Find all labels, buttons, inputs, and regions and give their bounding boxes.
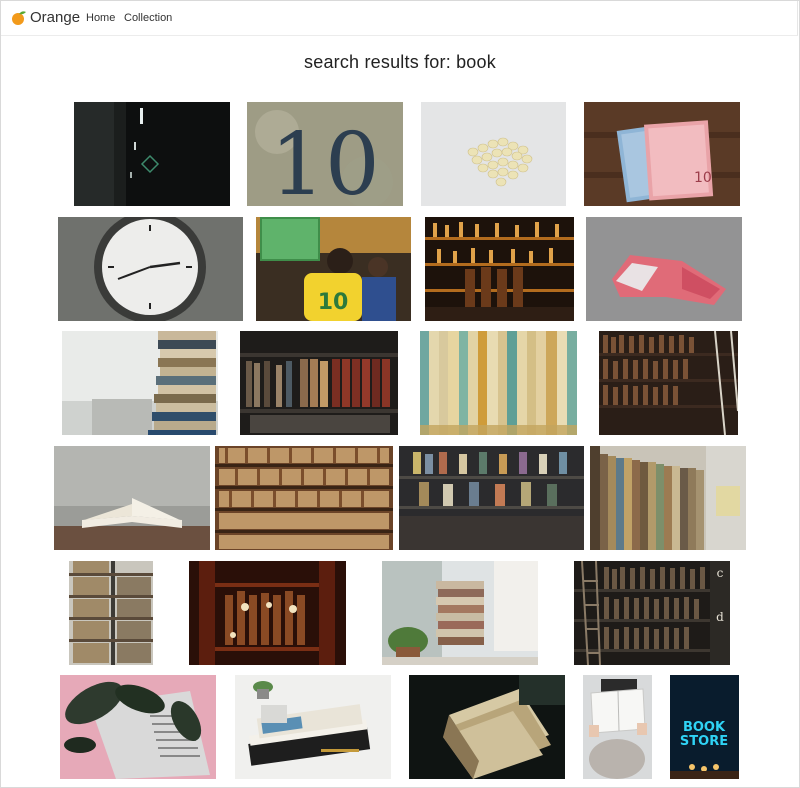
- photo-card[interactable]: 10: [256, 217, 411, 321]
- narrow-bookshelf-photo: [69, 561, 153, 665]
- shelf-letter-c: c: [717, 566, 724, 580]
- photo-card[interactable]: BOOK STORE: [670, 675, 739, 779]
- football-fans-photo: 10: [256, 217, 411, 321]
- nav-home-link[interactable]: Home: [86, 12, 115, 24]
- photo-card[interactable]: [235, 675, 391, 779]
- warm-bookcase-photo: [189, 561, 346, 665]
- number-ten-text: 10: [270, 115, 379, 206]
- banknotes-photo: 10: [584, 102, 740, 206]
- photo-card[interactable]: [60, 675, 216, 779]
- shelf-letter-d: d: [716, 610, 724, 624]
- clock-photo: [58, 217, 243, 321]
- photo-card[interactable]: [586, 217, 742, 321]
- brand-logo-link[interactable]: Orange: [11, 9, 80, 26]
- bookshelf-wall-photo: [215, 446, 393, 550]
- corridor-photo: [74, 102, 230, 206]
- photo-card[interactable]: [54, 446, 210, 550]
- store-sign-line1: BOOK: [683, 720, 726, 735]
- top-navbar: Orange Home Collection: [0, 0, 798, 36]
- photo-card[interactable]: [399, 446, 584, 550]
- open-book-photo: [54, 446, 210, 550]
- ladder-bookcase-photo: c d: [574, 561, 730, 665]
- brand-name: Orange: [30, 9, 81, 26]
- number-ten-photo: 10: [247, 102, 403, 206]
- orange-logo-icon: [12, 10, 26, 25]
- photo-card[interactable]: [425, 217, 574, 321]
- crumpled-note-photo: [586, 217, 742, 321]
- nav-collection-link[interactable]: Collection: [124, 12, 172, 24]
- library-shelves-photo: [240, 331, 398, 435]
- photo-card[interactable]: [382, 561, 538, 665]
- photo-card[interactable]: [215, 446, 393, 550]
- photo-card[interactable]: [69, 561, 153, 665]
- photo-card[interactable]: 10: [584, 102, 740, 206]
- photo-card[interactable]: [240, 331, 398, 435]
- library-aisle-photo: [590, 446, 746, 550]
- notebook-hands-photo: [583, 675, 652, 779]
- photo-card[interactable]: [409, 675, 565, 779]
- bar-shelves-photo: [425, 217, 574, 321]
- book-spines-photo: [420, 331, 577, 435]
- svg-text:10: 10: [694, 170, 712, 186]
- css-book-desk-photo: [235, 675, 391, 779]
- photo-card[interactable]: [189, 561, 346, 665]
- old-books-photo: [409, 675, 565, 779]
- book-stack-photo: [62, 331, 218, 435]
- photo-card[interactable]: [421, 102, 566, 206]
- tall-bookcase-photo: [599, 331, 738, 435]
- photo-card[interactable]: [420, 331, 577, 435]
- bookstore-interior-photo: [399, 446, 584, 550]
- pills-photo: [421, 102, 566, 206]
- photo-card[interactable]: c d: [574, 561, 730, 665]
- window-books-photo: [382, 561, 538, 665]
- store-sign-line2: STORE: [680, 734, 728, 749]
- neon-book-store-photo: BOOK STORE: [670, 675, 739, 779]
- photo-card[interactable]: [590, 446, 746, 550]
- photo-card[interactable]: 10: [247, 102, 403, 206]
- photo-card[interactable]: [62, 331, 218, 435]
- photo-card[interactable]: [74, 102, 230, 206]
- photo-card[interactable]: [58, 217, 243, 321]
- photo-card[interactable]: [583, 675, 652, 779]
- magazine-leaves-photo: [60, 675, 216, 779]
- jersey-number-text: 10: [318, 290, 349, 315]
- page-title: search results for: book: [304, 52, 496, 72]
- photo-card[interactable]: [599, 331, 738, 435]
